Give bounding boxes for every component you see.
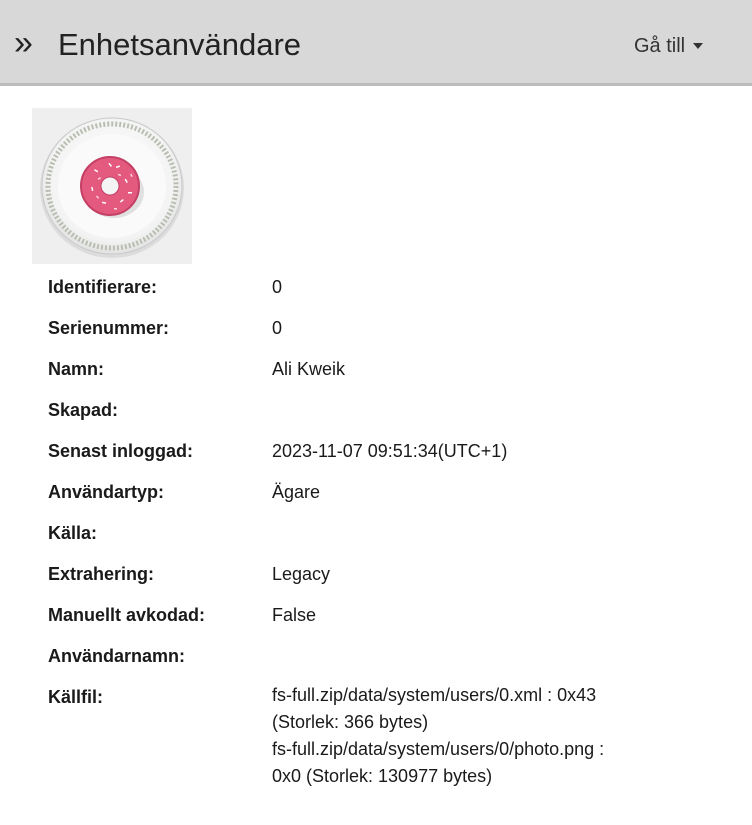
prop-value: 0 xyxy=(272,277,283,297)
prop-row-manually-decoded: Manuellt avkodad: False xyxy=(48,600,732,641)
prop-row-serial: Serienummer: 0 xyxy=(48,313,732,354)
prop-label: Användarnamn: xyxy=(48,646,186,666)
prop-row-source-file: Källfil: fs-full.zip/data/system/users/0… xyxy=(48,682,732,790)
panel-header: » Enhetsanvändare Gå till xyxy=(0,0,752,86)
prop-row-created: Skapad: xyxy=(48,395,732,436)
prop-label: Identifierare: xyxy=(48,277,158,297)
prop-label: Extrahering: xyxy=(48,564,155,584)
prop-value: Legacy xyxy=(272,564,331,584)
prop-value: Ägare xyxy=(272,482,321,502)
prop-row-extraction: Extrahering: Legacy xyxy=(48,559,732,600)
goto-dropdown[interactable]: Gå till xyxy=(634,34,704,58)
source-file-link[interactable]: fs-full.zip/data/system/users/0/photo.pn… xyxy=(272,736,732,763)
prop-value: Ali Kweik xyxy=(272,359,346,379)
caret-down-icon xyxy=(693,43,704,49)
source-file-list: fs-full.zip/data/system/users/0.xml : 0x… xyxy=(272,682,732,790)
source-file-link[interactable]: fs-full.zip/data/system/users/0.xml : 0x… xyxy=(272,682,732,709)
prop-label: Manuellt avkodad: xyxy=(48,605,206,625)
prop-label: Serienummer: xyxy=(48,318,170,338)
prop-row-last-login: Senast inloggad: 2023-11-07 09:51:34(UTC… xyxy=(48,436,732,477)
source-file-size: 0x0 (Storlek: 130977 bytes) xyxy=(272,766,493,786)
source-file-size: (Storlek: 366 bytes) xyxy=(272,712,429,732)
panel-title: Enhetsanvändare xyxy=(58,27,302,62)
prop-label: Namn: xyxy=(48,359,105,379)
prop-row-user-type: Användartyp: Ägare xyxy=(48,477,732,518)
prop-row-username: Användarnamn: xyxy=(48,641,732,682)
user-photo xyxy=(32,108,192,264)
donut-plate-image xyxy=(32,108,192,264)
prop-row-source: Källa: xyxy=(48,518,732,559)
goto-label: Gå till xyxy=(634,35,686,57)
prop-label: Användartyp: xyxy=(48,482,165,502)
prop-label: Skapad: xyxy=(48,400,119,420)
prop-row-identifier: Identifierare: 0 xyxy=(48,272,732,313)
user-properties: Identifierare: 0 Serienummer: 0 Namn: Al… xyxy=(48,272,732,790)
prop-label: Källfil: xyxy=(48,687,104,707)
prop-value: False xyxy=(272,605,317,625)
prop-value: 0 xyxy=(272,318,283,338)
prop-label: Senast inloggad: xyxy=(48,441,194,461)
double-chevron-right-icon[interactable]: » xyxy=(14,26,33,60)
prop-row-name: Namn: Ali Kweik xyxy=(48,354,732,395)
prop-value: 2023-11-07 09:51:34(UTC+1) xyxy=(272,441,508,461)
prop-label: Källa: xyxy=(48,523,98,543)
